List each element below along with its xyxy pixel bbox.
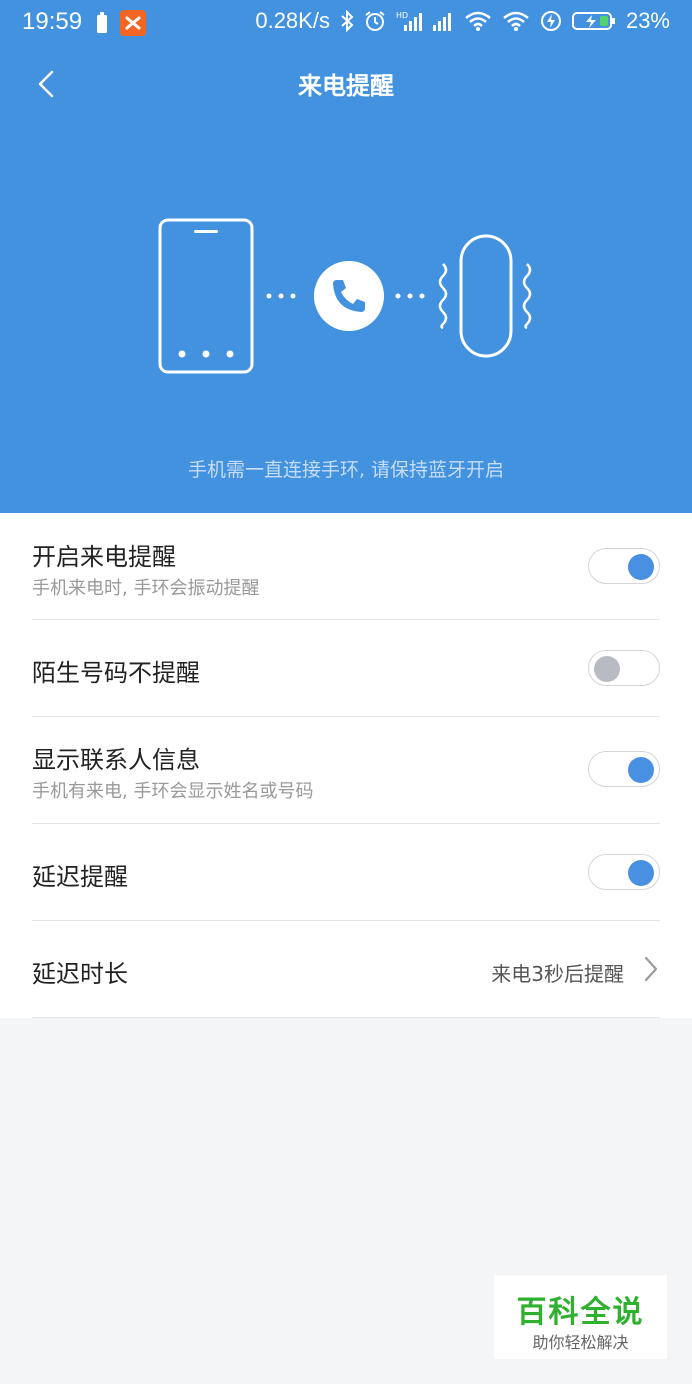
connection-illustration: [0, 200, 692, 390]
call-reminder-toggle[interactable]: [588, 548, 660, 584]
wifi-icon: [503, 11, 529, 31]
status-bar: 19:59 0.28K/s HD 23%: [0, 0, 692, 44]
setting-call-reminder[interactable]: 开启来电提醒 手机来电时, 手环会振动提醒: [32, 513, 660, 620]
hero-banner: 19:59 0.28K/s HD 23% 来电提醒 手机需一直连接手环, 请保持…: [0, 0, 692, 513]
bluetooth-icon: [341, 10, 354, 32]
vibration-right-icon: [522, 263, 532, 330]
vibration-left-icon: [438, 263, 448, 330]
setting-delay-duration[interactable]: 延迟时长 来电3秒后提醒: [32, 920, 660, 1018]
bluetooth-hint: 手机需一直连接手环, 请保持蓝牙开启: [187, 459, 505, 481]
band-icon: [459, 234, 513, 358]
setting-title: 延迟时长: [32, 960, 128, 988]
show-contact-toggle[interactable]: [588, 751, 660, 787]
wifi-icon: [465, 11, 491, 31]
delay-reminder-toggle[interactable]: [588, 854, 660, 890]
signal-hd-icon: HD: [396, 11, 422, 31]
toggle-knob: [628, 554, 654, 580]
status-time: 19:59: [22, 8, 83, 35]
net-speed: 0.28K/s: [255, 8, 330, 33]
battery-small-icon: [97, 12, 107, 33]
settings-list: 开启来电提醒 手机来电时, 手环会振动提醒 陌生号码不提醒 显示联系人信息 手机…: [0, 513, 692, 1018]
app-bar: 来电提醒: [0, 44, 692, 124]
watermark-title: 百科全说: [516, 1295, 645, 1330]
app-notification-icon: [120, 10, 146, 36]
toggle-knob: [628, 757, 654, 783]
signal-icon: [432, 13, 451, 31]
setting-delay-reminder[interactable]: 延迟提醒: [32, 823, 660, 921]
setting-ignore-unknown[interactable]: 陌生号码不提醒: [32, 619, 660, 717]
battery-charging-icon: [571, 12, 615, 30]
alarm-icon: [365, 11, 385, 31]
setting-title: 开启来电提醒: [32, 543, 176, 571]
watermark-subtitle: 助你轻松解决: [532, 1333, 629, 1352]
dots-left-icon: [266, 293, 296, 299]
setting-subtitle: 手机来电时, 手环会振动提醒: [32, 578, 260, 599]
watermark: 百科全说 助你轻松解决: [494, 1275, 667, 1359]
setting-title: 陌生号码不提醒: [32, 659, 200, 687]
setting-title: 显示联系人信息: [32, 746, 200, 774]
dots-right-icon: [395, 293, 425, 299]
ignore-unknown-toggle[interactable]: [588, 650, 660, 686]
battery-percent: 23%: [625, 8, 670, 33]
setting-subtitle: 手机有来电, 手环会显示姓名或号码: [32, 781, 314, 802]
flash-icon: [540, 11, 561, 31]
call-icon: [314, 261, 384, 331]
chevron-right-icon: [644, 956, 658, 982]
setting-title: 延迟提醒: [32, 863, 128, 891]
page-title: 来电提醒: [298, 72, 394, 100]
setting-show-contact[interactable]: 显示联系人信息 手机有来电, 手环会显示姓名或号码: [32, 716, 660, 824]
toggle-knob: [628, 860, 654, 886]
delay-duration-value: 来电3秒后提醒: [491, 962, 624, 986]
toggle-knob: [594, 656, 620, 682]
phone-outline-icon: [158, 218, 254, 374]
svg-text:HD: HD: [396, 11, 408, 20]
